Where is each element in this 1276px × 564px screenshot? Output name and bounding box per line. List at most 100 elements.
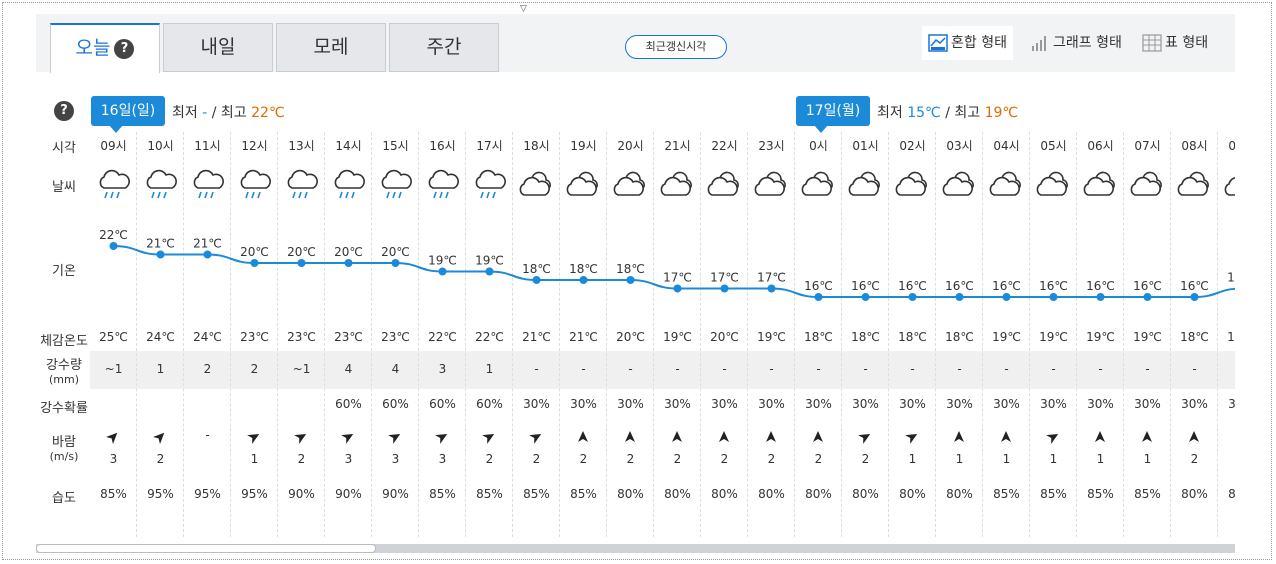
precipitation: -	[1145, 362, 1150, 376]
precipitation: 3	[438, 362, 447, 376]
rain-cloud-icon	[189, 168, 225, 202]
view-graph-button[interactable]: 그래프 형태	[1024, 26, 1128, 60]
hour-column: 10시 24℃ 1 2 95%	[137, 132, 184, 537]
humidity: 80%	[1181, 487, 1208, 501]
precipitation: -	[1218, 362, 1235, 376]
precip-probability: 30%	[664, 397, 691, 411]
humidity: 80%	[946, 487, 973, 501]
feels-like: 18℃	[851, 330, 880, 344]
hour-column: 09시 19℃ - 30% 2 80%	[1218, 132, 1235, 537]
view-table-button[interactable]: 표 형태	[1136, 26, 1214, 60]
row-label-prob: 강수확률	[40, 401, 88, 416]
feels-like: 19℃	[1039, 330, 1068, 344]
collapse-handle-icon[interactable]: ▽	[520, 4, 527, 14]
forecast-grid: 09시 25℃ ~1 3 85% 10시 24℃ 1 2 95% 11시 24℃ 2-95% 12시 23℃…	[90, 132, 1235, 542]
rain-cloud-icon	[330, 168, 366, 202]
day-badge-16: 16일(일)	[91, 96, 165, 133]
day-summary-17: 최저 15℃ / 최고 19℃	[877, 102, 1018, 122]
rain-cloud-icon	[95, 168, 131, 202]
tab-tomorrow[interactable]: 내일	[163, 23, 273, 72]
precipitation: 2	[203, 362, 212, 376]
last-update-button[interactable]: 최근갱신시각	[625, 35, 727, 59]
min-temp: -	[202, 105, 208, 121]
feels-like: 23℃	[334, 330, 363, 344]
cloud-icon	[518, 168, 554, 202]
cloud-icon	[800, 168, 836, 202]
temperature-label: 16℃	[1133, 279, 1162, 293]
hour-column: 13시 23℃ ~1 2 90%	[278, 132, 325, 537]
max-label: 최고	[954, 105, 981, 121]
precipitation: -	[1051, 362, 1056, 376]
precip-probability: 30%	[1087, 397, 1114, 411]
wind-speed: 2	[1218, 452, 1235, 466]
temperature-point	[908, 293, 917, 301]
hour-time: 07시	[1134, 139, 1161, 153]
feels-like: 24℃	[146, 330, 175, 344]
humidity: 85%	[1087, 487, 1114, 501]
help-icon[interactable]: ?	[114, 38, 135, 59]
rain-cloud-icon	[424, 168, 460, 202]
hour-column: 15시 23℃ 4 60% 3 90%	[372, 132, 419, 537]
temperature-point	[955, 293, 964, 301]
mixed-view-icon	[928, 34, 948, 52]
view-mixed-button[interactable]: 혼합 형태	[922, 26, 1013, 60]
row-label-time: 시각	[52, 141, 76, 156]
horizontal-scrollbar[interactable]	[36, 544, 1235, 553]
view-mode-label: 그래프 형태	[1053, 35, 1122, 51]
humidity: 85%	[523, 487, 550, 501]
hour-time: 09시	[1228, 139, 1235, 153]
hour-column: 03시 18℃ - 30% 1 80%	[936, 132, 983, 537]
tab-today[interactable]: 오늘?	[50, 23, 160, 73]
wind-direction-icon	[1140, 430, 1154, 444]
temperature-point	[720, 284, 729, 293]
wind-speed: 1	[1096, 452, 1105, 466]
temperature-label: 20℃	[334, 245, 363, 259]
precip-probability: 30%	[711, 397, 738, 411]
tab-bar: 오늘? 내일 모레 주간 최근갱신시각 혼합 형태 그래프 형태 표 형태	[36, 14, 1235, 73]
scrollbar-thumb[interactable]	[36, 544, 376, 553]
hour-column: 17시 22℃ 1 60% 2 85%	[466, 132, 513, 537]
feels-like: 18℃	[1180, 330, 1209, 344]
hour-time: 23시	[758, 139, 785, 153]
precipitation: -	[675, 362, 680, 376]
wind-speed: 2	[532, 452, 541, 466]
hour-time: 06시	[1087, 139, 1114, 153]
wind-speed: 2	[767, 452, 776, 466]
wind-direction-icon	[1234, 430, 1235, 444]
wind-direction-icon	[435, 430, 449, 444]
tab-weekly[interactable]: 주간	[389, 23, 499, 72]
hour-time: 15시	[382, 139, 409, 153]
temperature-label: 18℃	[522, 262, 551, 276]
temperature-label: 18℃	[616, 262, 645, 276]
feels-like: 24℃	[193, 330, 222, 344]
wind-speed: 2	[720, 452, 729, 466]
row-label-humidity: 습도	[52, 491, 76, 506]
cloud-icon	[565, 168, 601, 202]
cloud-icon	[894, 168, 930, 202]
hour-column: 08시 18℃ - 30% 2 80%	[1171, 132, 1218, 537]
hour-column: 23시 19℃ - 30% 2 80%	[748, 132, 795, 537]
temperature-label: 19℃	[475, 254, 504, 268]
tab-label: 오늘	[75, 37, 111, 59]
humidity: 80%	[664, 487, 691, 501]
wind-direction-icon	[482, 430, 496, 444]
precipitation: -	[957, 362, 962, 376]
help-icon[interactable]: ?	[54, 101, 74, 121]
wind-unit: (m/s)	[49, 450, 79, 463]
rain-cloud-icon	[236, 168, 272, 202]
humidity: 80%	[899, 487, 926, 501]
tab-day-after[interactable]: 모레	[276, 23, 386, 72]
hour-time: 14시	[335, 139, 362, 153]
wind-direction-icon	[623, 430, 637, 444]
precip-probability: 30%	[1040, 397, 1067, 411]
wind-direction-icon	[247, 430, 261, 444]
hour-time: 10시	[147, 139, 174, 153]
feels-like: 18℃	[898, 330, 927, 344]
precip-probability: 30%	[1181, 397, 1208, 411]
view-mode-label: 혼합 형태	[951, 35, 1007, 51]
precip-probability: 30%	[852, 397, 879, 411]
temperature-label: 16℃	[851, 279, 880, 293]
humidity: 90%	[335, 487, 362, 501]
wind-speed: 2	[485, 452, 494, 466]
wind-direction-icon	[152, 430, 167, 445]
